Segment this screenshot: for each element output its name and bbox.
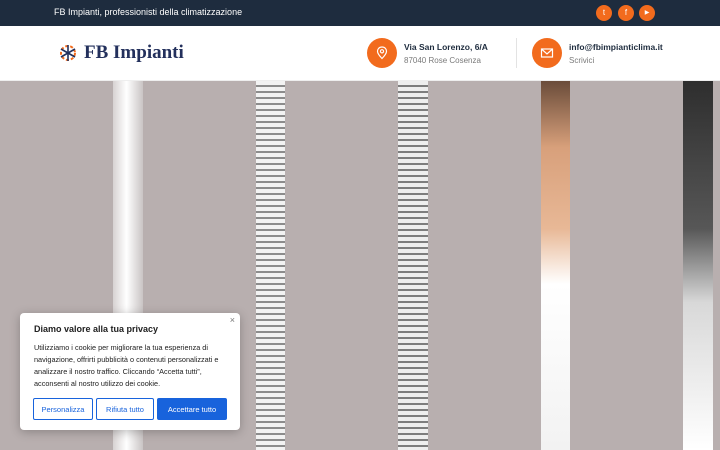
address-title: Via San Lorenzo, 6/A	[404, 41, 488, 52]
site-header: FB Impianti Via San Lorenzo, 6/A 87040 R…	[0, 26, 720, 81]
youtube-icon[interactable]: ▶	[639, 5, 655, 21]
envelope-icon	[532, 38, 562, 68]
header-divider	[516, 38, 517, 68]
cookie-body: Utilizziamo i cookie per migliorare la t…	[34, 343, 219, 388]
twitter-icon[interactable]: t	[596, 5, 612, 21]
top-bar: FB Impianti, professionisti della climat…	[0, 0, 720, 26]
address-block: Via San Lorenzo, 6/A 87040 Rose Cosenza	[367, 38, 488, 68]
ac-unit-strip	[256, 81, 285, 450]
snowflake-sun-icon	[60, 45, 76, 61]
accept-all-button[interactable]: Accettare tutto	[157, 398, 227, 420]
facebook-icon[interactable]: f	[618, 5, 634, 21]
map-pin-icon	[367, 38, 397, 68]
address-sub: 87040 Rose Cosenza	[404, 55, 481, 65]
logo-text: FB Impianti	[84, 42, 184, 63]
customize-button[interactable]: Personalizza	[33, 398, 93, 420]
contact-block[interactable]: info@fbimpianticlima.it Scrivici	[532, 38, 663, 68]
site-logo[interactable]: FB Impianti	[56, 38, 184, 68]
cookie-consent-dialog: × Diamo valore alla tua privacy Utilizzi…	[20, 313, 240, 430]
cookie-title: Diamo valore alla tua privacy	[34, 324, 159, 334]
contact-sub: Scrivici	[569, 55, 595, 65]
technician-strip	[541, 81, 570, 450]
tagline: FB Impianti, professionisti della climat…	[54, 7, 243, 17]
close-icon[interactable]: ×	[230, 315, 235, 325]
ac-unit-strip	[398, 81, 428, 450]
reject-all-button[interactable]: Rifiuta tutto	[96, 398, 154, 420]
contact-email[interactable]: info@fbimpianticlima.it	[569, 42, 663, 52]
edge-strip	[683, 81, 713, 450]
